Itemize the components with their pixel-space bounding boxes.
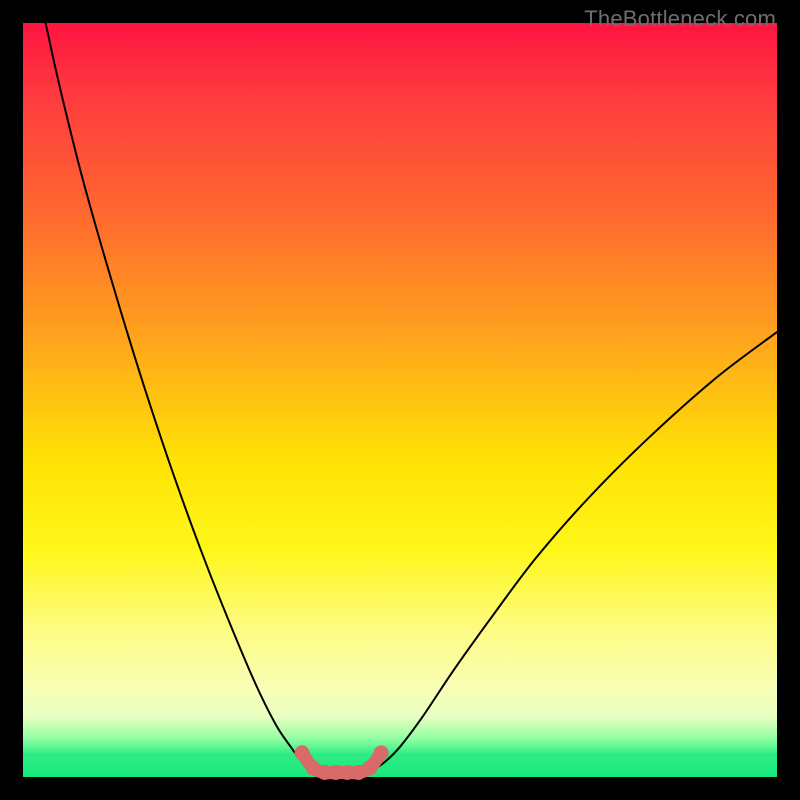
- highlight-dots: [295, 745, 389, 780]
- bottleneck-curve: [23, 23, 777, 777]
- left-curve-path: [46, 23, 313, 770]
- highlight-dot: [374, 745, 389, 760]
- right-curve-path: [374, 332, 777, 769]
- highlight-dot: [362, 761, 377, 776]
- plot-area: [23, 23, 777, 777]
- highlight-dot: [295, 745, 310, 760]
- watermark-text: TheBottleneck.com: [584, 6, 776, 32]
- chart-frame: TheBottleneck.com: [0, 0, 800, 800]
